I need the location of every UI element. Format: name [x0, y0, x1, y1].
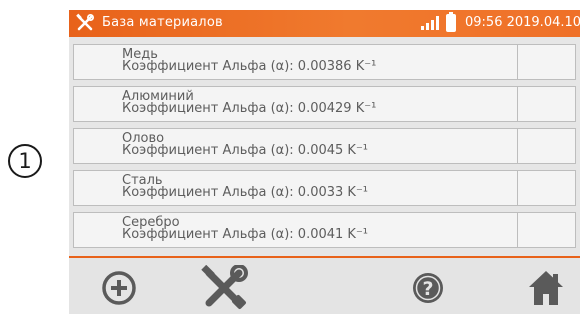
material-coefficient: Коэффициент Альфа (α): 0.0041 K⁻¹: [122, 227, 369, 242]
select-checkbox[interactable]: [517, 213, 575, 247]
clock: 09:56 2019.04.10: [465, 15, 580, 30]
help-icon: ?: [413, 273, 443, 303]
battery-icon: [446, 12, 456, 32]
select-checkbox[interactable]: [517, 87, 575, 121]
list-item[interactable]: Серебро Коэффициент Альфа (α): 0.0041 K⁻…: [73, 212, 576, 248]
signal-strength-icon: [421, 16, 439, 30]
bottom-toolbar: ?: [69, 256, 580, 314]
help-button[interactable]: ?: [408, 268, 448, 308]
material-coefficient: Коэффициент Альфа (α): 0.00386 K⁻¹: [122, 59, 377, 74]
list-item[interactable]: Олово Коэффициент Альфа (α): 0.0045 K⁻¹: [73, 128, 576, 164]
select-checkbox[interactable]: [517, 45, 575, 79]
home-icon: [529, 271, 563, 305]
material-coefficient: Коэффициент Альфа (α): 0.0045 K⁻¹: [122, 143, 369, 158]
home-button[interactable]: [524, 266, 568, 310]
list-item[interactable]: Медь Коэффициент Альфа (α): 0.00386 K⁻¹: [73, 44, 576, 80]
window-title: База материалов: [102, 15, 223, 30]
select-checkbox[interactable]: [517, 171, 575, 205]
material-coefficient: Коэффициент Альфа (α): 0.00429 K⁻¹: [122, 101, 377, 116]
material-coefficient: Коэффициент Альфа (α): 0.0033 K⁻¹: [122, 185, 369, 200]
list-item[interactable]: Алюминий Коэффициент Альфа (α): 0.00429 …: [73, 86, 576, 122]
device-screen: База материалов 09:56 2019.04.10 Медь Ко…: [69, 10, 580, 314]
select-checkbox[interactable]: [517, 129, 575, 163]
status-bar: База материалов 09:56 2019.04.10: [69, 10, 580, 37]
add-icon: [102, 271, 136, 305]
tools-icon: [76, 13, 94, 31]
callout-number: 1: [8, 144, 42, 178]
list-item[interactable]: Сталь Коэффициент Альфа (α): 0.0033 K⁻¹: [73, 170, 576, 206]
svg-text:?: ?: [422, 278, 433, 300]
add-button[interactable]: [99, 268, 139, 308]
tools-icon: [201, 265, 248, 309]
settings-button[interactable]: [197, 264, 251, 312]
